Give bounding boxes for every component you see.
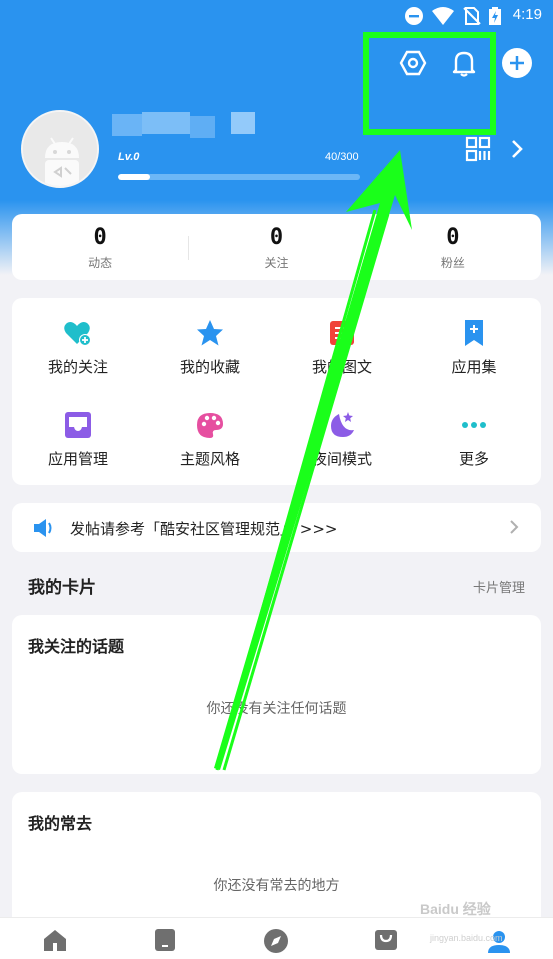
baidu-watermark: Baidu 经验	[420, 901, 491, 917]
baidu-watermark-url: jingyan.baidu.com	[430, 933, 503, 943]
annotation-arrow	[214, 150, 412, 771]
